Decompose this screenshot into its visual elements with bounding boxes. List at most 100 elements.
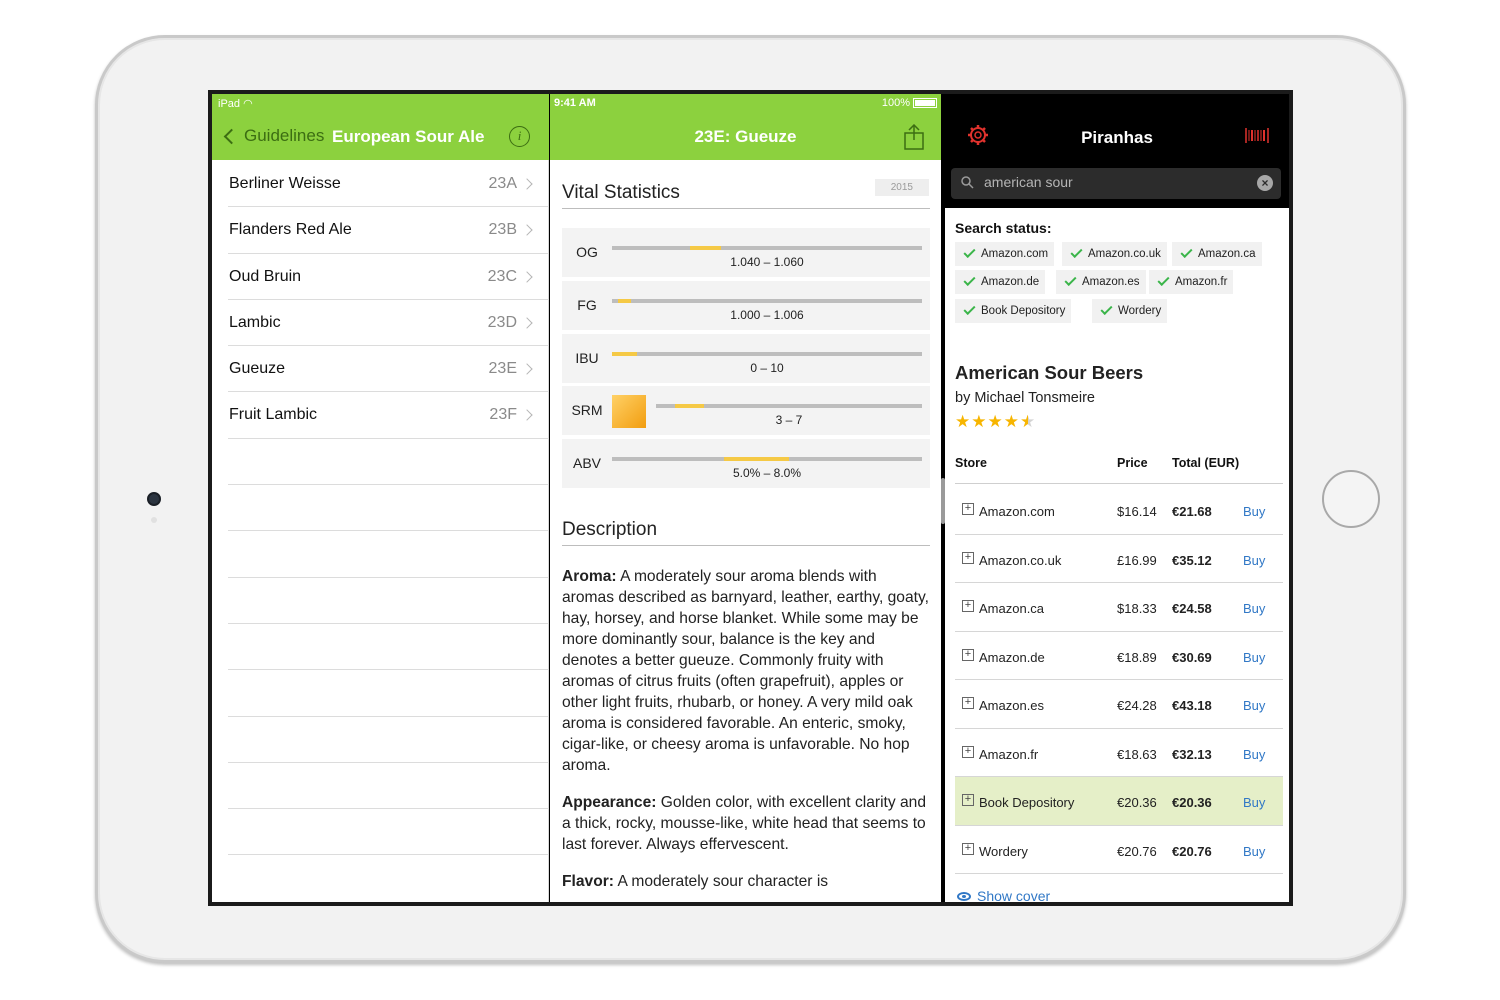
style-list-item[interactable]: Gueuze 23E bbox=[228, 346, 549, 393]
offer-price: $16.14 bbox=[1117, 504, 1157, 519]
style-name: Lambic bbox=[229, 313, 281, 331]
search-status-chip: Amazon.com bbox=[955, 242, 1055, 266]
star-half-icon: ★ bbox=[1020, 412, 1037, 431]
offer-price: €20.36 bbox=[1117, 795, 1157, 810]
style-list-item[interactable]: Flanders Red Ale 23B bbox=[228, 207, 549, 254]
search-bar[interactable]: × bbox=[951, 168, 1281, 199]
expand-plus-icon[interactable]: + bbox=[962, 648, 974, 661]
empty-list-row bbox=[228, 531, 549, 578]
stat-row-ibu: IBU 0 – 10 bbox=[562, 333, 930, 383]
guideline-year-badge: 2015 bbox=[874, 179, 929, 196]
back-button[interactable]: Guidelines bbox=[222, 126, 324, 146]
style-list-item[interactable]: Fruit Lambic 23F bbox=[228, 392, 549, 439]
buy-link[interactable]: Buy bbox=[1243, 698, 1265, 713]
check-icon bbox=[963, 302, 976, 316]
buy-link[interactable]: Buy bbox=[1243, 747, 1265, 762]
share-icon[interactable] bbox=[903, 124, 925, 150]
empty-list-row bbox=[228, 439, 549, 486]
expand-plus-icon[interactable]: + bbox=[962, 551, 974, 564]
vital-statistics-title: Vital Statistics bbox=[562, 182, 680, 203]
chevron-right-icon bbox=[521, 270, 533, 283]
check-icon bbox=[1064, 273, 1077, 287]
buy-link[interactable]: Buy bbox=[1243, 844, 1265, 859]
style-code: 23D bbox=[487, 313, 517, 331]
stat-range-track bbox=[612, 457, 922, 462]
expand-plus-icon[interactable]: + bbox=[962, 503, 974, 515]
store-name: Amazon.co.uk bbox=[1088, 248, 1161, 260]
buy-link[interactable]: Buy bbox=[1243, 504, 1265, 519]
expand-plus-icon[interactable]: + bbox=[962, 842, 974, 855]
description-label: Aroma: bbox=[562, 568, 617, 585]
stat-range-value: 0 – 10 bbox=[750, 360, 784, 375]
offer-store: Amazon.es bbox=[979, 698, 1045, 713]
expand-plus-icon[interactable]: + bbox=[962, 600, 974, 612]
star-full-icon: ★ bbox=[987, 412, 1004, 431]
clear-search-icon[interactable]: × bbox=[1257, 175, 1273, 191]
battery-icon bbox=[913, 98, 937, 108]
buy-link[interactable]: Buy bbox=[1243, 795, 1265, 810]
offer-store: Book Depository bbox=[979, 795, 1075, 810]
stat-label: SRM bbox=[571, 402, 603, 419]
search-status-chip: Amazon.es bbox=[1056, 270, 1146, 294]
expand-plus-icon[interactable]: + bbox=[962, 745, 974, 758]
status-battery: 100% bbox=[882, 97, 937, 109]
column-store: Store bbox=[955, 456, 987, 470]
ipad-screen: iPad ◠ Guidelines European Sour Ale i Be… bbox=[208, 90, 1293, 906]
check-icon bbox=[1157, 273, 1170, 287]
description-text: Aroma: A moderately sour aroma blends wi… bbox=[562, 566, 932, 902]
search-status-chip: Amazon.co.uk bbox=[1062, 242, 1167, 266]
offer-row: + Amazon.co.uk £16.99 €35.12 Buy bbox=[955, 535, 1283, 583]
check-icon bbox=[963, 273, 976, 287]
offer-row: + Amazon.fr €18.63 €32.13 Buy bbox=[955, 729, 1283, 777]
stat-range-fill bbox=[674, 404, 704, 409]
buy-link[interactable]: Buy bbox=[1243, 650, 1265, 665]
stat-range-value: 3 – 7 bbox=[775, 413, 803, 428]
style-list-item[interactable]: Lambic 23D bbox=[228, 300, 549, 347]
offer-total: €20.76 bbox=[1172, 843, 1212, 859]
search-input[interactable] bbox=[984, 174, 1244, 190]
piranhas-pane: Piranhas × bbox=[945, 94, 1289, 902]
buy-link[interactable]: Buy bbox=[1243, 601, 1265, 616]
stat-row-fg: FG 1.000 – 1.006 bbox=[562, 280, 930, 330]
show-cover-link[interactable]: Show cover bbox=[957, 888, 1050, 902]
description-label: Appearance: bbox=[562, 794, 657, 811]
offer-row: + Amazon.de €18.89 €30.69 Buy bbox=[955, 632, 1283, 680]
piranhas-title: Piranhas bbox=[1081, 128, 1153, 147]
star-full-icon: ★ bbox=[971, 412, 988, 431]
column-price: Price bbox=[1117, 456, 1148, 470]
offer-store: Amazon.com bbox=[979, 504, 1055, 519]
offer-total: €24.58 bbox=[1172, 601, 1212, 616]
home-button[interactable] bbox=[1322, 470, 1380, 528]
search-status-title: Search status: bbox=[955, 220, 1052, 236]
check-icon bbox=[1180, 245, 1193, 259]
expand-plus-icon[interactable]: + bbox=[962, 794, 974, 806]
stat-range-track bbox=[656, 404, 922, 409]
style-list-item[interactable]: Berliner Weisse 23A bbox=[228, 161, 549, 208]
check-icon bbox=[963, 245, 976, 259]
stat-range-value: 5.0% – 8.0% bbox=[732, 466, 802, 481]
barcode-icon[interactable] bbox=[1245, 128, 1269, 143]
chevron-left-icon bbox=[223, 128, 240, 144]
stat-range-track bbox=[612, 351, 922, 356]
style-list: Berliner Weisse 23A Flanders Red Ale 23B Oud… bbox=[212, 161, 549, 856]
stat-range-track bbox=[612, 298, 922, 303]
style-detail-pane: 9:41 AM 100% 23E: Gueuze Vital Statistic… bbox=[550, 94, 941, 902]
offer-row: + Amazon.es €24.28 €43.18 Buy bbox=[955, 680, 1283, 729]
style-list-item[interactable]: Oud Bruin 23C bbox=[228, 254, 549, 300]
star-full-icon: ★ bbox=[955, 412, 972, 431]
stat-label: FG bbox=[577, 296, 597, 313]
buy-link[interactable]: Buy bbox=[1243, 553, 1265, 568]
info-icon[interactable]: i bbox=[509, 126, 530, 147]
offer-price: $18.33 bbox=[1117, 601, 1157, 616]
expand-plus-icon[interactable]: + bbox=[962, 697, 974, 709]
book-title: American Sour Beers bbox=[955, 362, 1144, 383]
show-cover-label: Show cover bbox=[977, 888, 1051, 902]
store-name: Wordery bbox=[1118, 305, 1162, 317]
offer-row: + Amazon.ca $18.33 €24.58 Buy bbox=[955, 583, 1283, 632]
book-author: by Michael Tonsmeire bbox=[955, 390, 1095, 406]
left-navbar: iPad ◠ Guidelines European Sour Ale i bbox=[212, 94, 549, 160]
description-body: A moderately sour aroma blends with arom… bbox=[562, 568, 929, 774]
style-list-pane: iPad ◠ Guidelines European Sour Ale i Be… bbox=[212, 94, 549, 902]
stat-range-fill bbox=[689, 246, 721, 250]
stat-label: ABV bbox=[572, 455, 601, 472]
